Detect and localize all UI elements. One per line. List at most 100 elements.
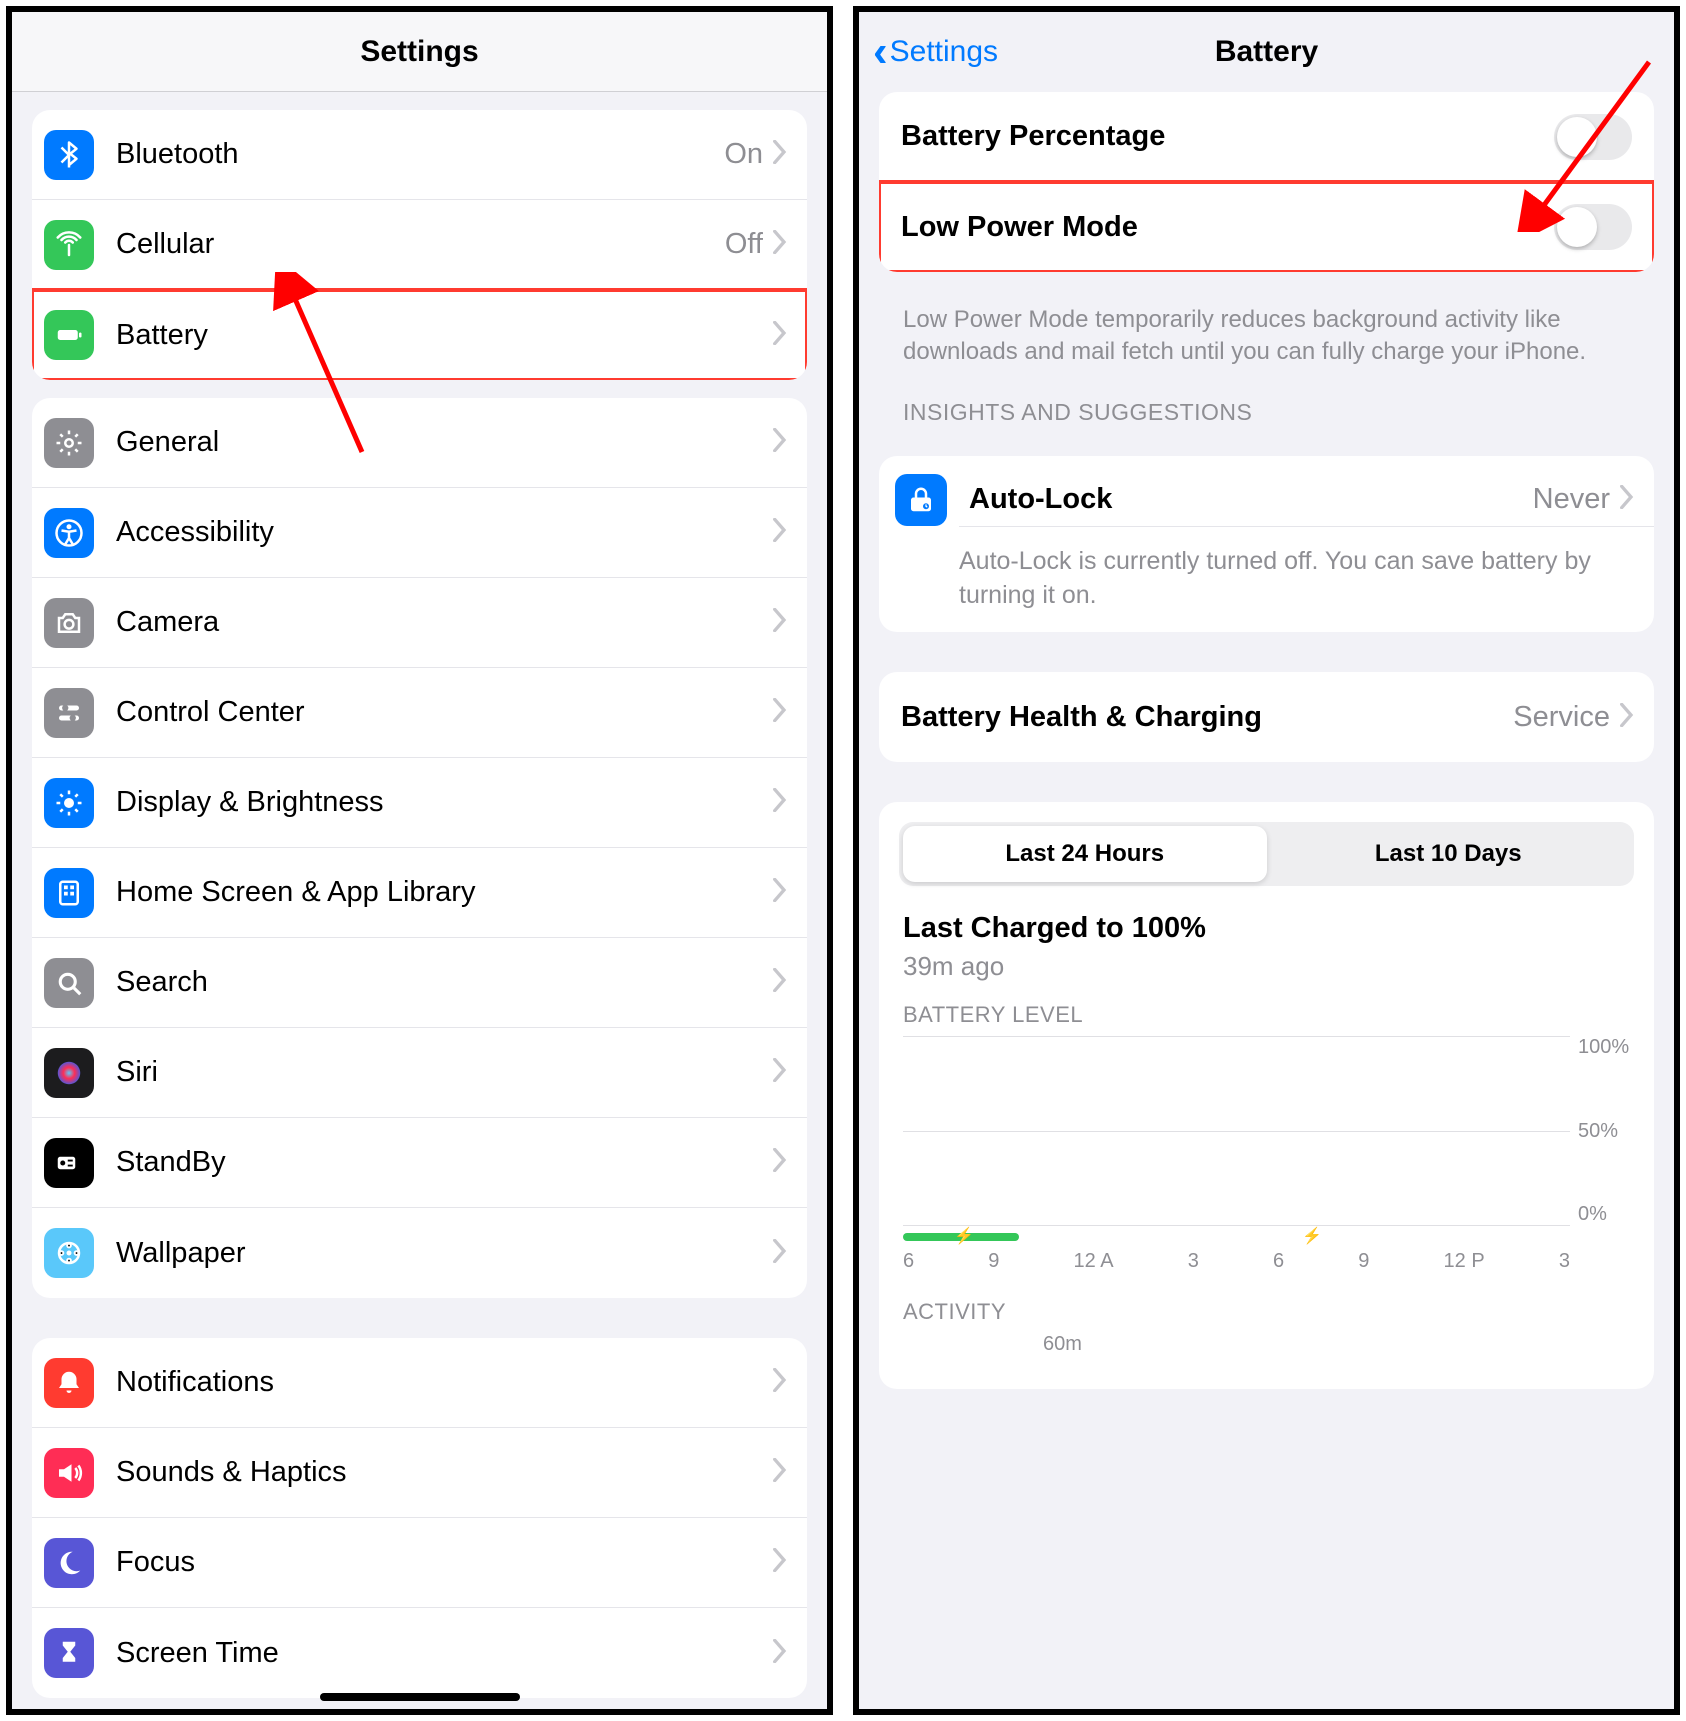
chevron-right-icon bbox=[773, 321, 787, 350]
settings-row-notifications[interactable]: Notifications bbox=[32, 1338, 807, 1428]
time-range-segmented[interactable]: Last 24 Hours Last 10 Days bbox=[899, 822, 1634, 886]
settings-row-general[interactable]: General bbox=[32, 398, 807, 488]
battery-health-row[interactable]: Battery Health & Charging Service bbox=[879, 672, 1654, 762]
row-label: General bbox=[116, 426, 773, 459]
auto-lock-label: Auto-Lock bbox=[969, 483, 1533, 516]
activity-chart bbox=[903, 1343, 1035, 1389]
settings-row-battery[interactable]: Battery bbox=[32, 290, 807, 380]
row-label: Control Center bbox=[116, 696, 773, 729]
auto-lock-description: Auto-Lock is currently turned off. You c… bbox=[959, 526, 1654, 633]
settings-row-standby[interactable]: StandBy bbox=[32, 1118, 807, 1208]
chevron-right-icon bbox=[1620, 485, 1634, 514]
settings-row-camera[interactable]: Camera bbox=[32, 578, 807, 668]
antenna-icon bbox=[44, 220, 94, 270]
low-power-mode-label: Low Power Mode bbox=[901, 211, 1554, 244]
navbar-battery: ‹ Settings Battery bbox=[859, 12, 1674, 92]
settings-row-search[interactable]: Search bbox=[32, 938, 807, 1028]
chevron-right-icon bbox=[773, 1458, 787, 1487]
chevron-right-icon bbox=[773, 788, 787, 817]
battery-level-chart-block: BATTERY LEVEL 100% 50% 0% ⚡⚡ 6912 A36912… bbox=[879, 1002, 1654, 1293]
auto-lock-value: Never bbox=[1533, 483, 1610, 516]
grid-icon bbox=[44, 868, 94, 918]
speaker-icon bbox=[44, 1448, 94, 1498]
row-label: StandBy bbox=[116, 1146, 773, 1179]
activity-y-label: 60m bbox=[1035, 1333, 1095, 1389]
settings-row-controlcenter[interactable]: Control Center bbox=[32, 668, 807, 758]
screenshot-settings: Settings BluetoothOnCellularOffBattery G… bbox=[6, 6, 833, 1715]
settings-row-sounds[interactable]: Sounds & Haptics bbox=[32, 1428, 807, 1518]
row-label: Bluetooth bbox=[116, 138, 724, 171]
battery-percentage-toggle[interactable] bbox=[1554, 114, 1632, 160]
lock-icon bbox=[895, 474, 947, 526]
segment-24h[interactable]: Last 24 Hours bbox=[903, 826, 1267, 882]
battery-health-value: Service bbox=[1513, 701, 1610, 734]
settings-row-display[interactable]: Display & Brightness bbox=[32, 758, 807, 848]
battery-icon bbox=[44, 310, 94, 360]
settings-row-siri[interactable]: Siri bbox=[32, 1028, 807, 1118]
charging-indicators: ⚡⚡ bbox=[903, 1230, 1570, 1244]
hourglass-icon bbox=[44, 1628, 94, 1678]
siri-icon bbox=[44, 1048, 94, 1098]
settings-row-cellular[interactable]: CellularOff bbox=[32, 200, 807, 290]
insights-header: INSIGHTS AND SUGGESTIONS bbox=[879, 369, 1654, 438]
settings-row-screentime[interactable]: Screen Time bbox=[32, 1608, 807, 1698]
row-label: Home Screen & App Library bbox=[116, 876, 773, 909]
activity-title: ACTIVITY bbox=[903, 1299, 1630, 1325]
row-label: Sounds & Haptics bbox=[116, 1456, 773, 1489]
row-label: Battery bbox=[116, 319, 773, 352]
x-label: 3 bbox=[1188, 1250, 1199, 1273]
battery-health-group: Battery Health & Charging Service bbox=[879, 672, 1654, 762]
row-value: Off bbox=[725, 228, 763, 261]
bell-icon bbox=[44, 1358, 94, 1408]
home-indicator bbox=[320, 1693, 520, 1701]
chevron-left-icon: ‹ bbox=[873, 30, 888, 74]
row-label: Display & Brightness bbox=[116, 786, 773, 819]
gear-icon bbox=[44, 418, 94, 468]
last-charged-title: Last Charged to 100% bbox=[903, 912, 1630, 945]
row-label: Screen Time bbox=[116, 1637, 773, 1670]
low-power-mode-row[interactable]: Low Power Mode bbox=[879, 182, 1654, 272]
battery-level-chart bbox=[903, 1036, 1570, 1226]
segment-10d[interactable]: Last 10 Days bbox=[1267, 826, 1631, 882]
settings-row-focus[interactable]: Focus bbox=[32, 1518, 807, 1608]
low-power-mode-toggle[interactable] bbox=[1554, 204, 1632, 250]
screenshot-battery: ‹ Settings Battery Battery Percentage Lo… bbox=[853, 6, 1680, 1715]
chevron-right-icon bbox=[773, 518, 787, 547]
x-axis: 6912 A36912 P3 bbox=[903, 1244, 1630, 1273]
settings-row-accessibility[interactable]: Accessibility bbox=[32, 488, 807, 578]
bluetooth-icon bbox=[44, 130, 94, 180]
chevron-right-icon bbox=[773, 230, 787, 259]
back-button[interactable]: ‹ Settings bbox=[873, 30, 998, 74]
bolt-icon: ⚡ bbox=[954, 1226, 974, 1246]
navbar-settings: Settings bbox=[12, 12, 827, 92]
sun-icon bbox=[44, 778, 94, 828]
insights-group: Auto-Lock Never Auto-Lock is currently t… bbox=[879, 456, 1654, 633]
auto-lock-row[interactable]: Auto-Lock Never bbox=[879, 456, 1654, 526]
chevron-right-icon bbox=[773, 1148, 787, 1177]
row-label: Notifications bbox=[116, 1366, 773, 1399]
chevron-right-icon bbox=[773, 428, 787, 457]
chevron-right-icon bbox=[773, 1239, 787, 1268]
chevron-right-icon bbox=[773, 1368, 787, 1397]
x-label: 6 bbox=[903, 1250, 914, 1273]
settings-row-bluetooth[interactable]: BluetoothOn bbox=[32, 110, 807, 200]
standby-icon bbox=[44, 1138, 94, 1188]
bolt-icon: ⚡ bbox=[1302, 1226, 1322, 1246]
row-value: On bbox=[724, 138, 763, 171]
battery-usage-group: Last 24 Hours Last 10 Days Last Charged … bbox=[879, 802, 1654, 1389]
page-title: Battery bbox=[1215, 35, 1318, 69]
row-label: Accessibility bbox=[116, 516, 773, 549]
accessibility-icon bbox=[44, 508, 94, 558]
chevron-right-icon bbox=[773, 140, 787, 169]
row-label: Siri bbox=[116, 1056, 773, 1089]
chevron-right-icon bbox=[1620, 703, 1634, 732]
x-label: 6 bbox=[1273, 1250, 1284, 1273]
settings-row-wallpaper[interactable]: Wallpaper bbox=[32, 1208, 807, 1298]
chevron-right-icon bbox=[773, 1058, 787, 1087]
battery-percentage-row[interactable]: Battery Percentage bbox=[879, 92, 1654, 182]
settings-list: BluetoothOnCellularOffBattery GeneralAcc… bbox=[12, 110, 827, 1698]
x-label: 3 bbox=[1559, 1250, 1570, 1273]
x-label: 12 A bbox=[1074, 1250, 1114, 1273]
last-charged-block: Last Charged to 100% 39m ago bbox=[879, 906, 1654, 1002]
settings-row-homescreen[interactable]: Home Screen & App Library bbox=[32, 848, 807, 938]
